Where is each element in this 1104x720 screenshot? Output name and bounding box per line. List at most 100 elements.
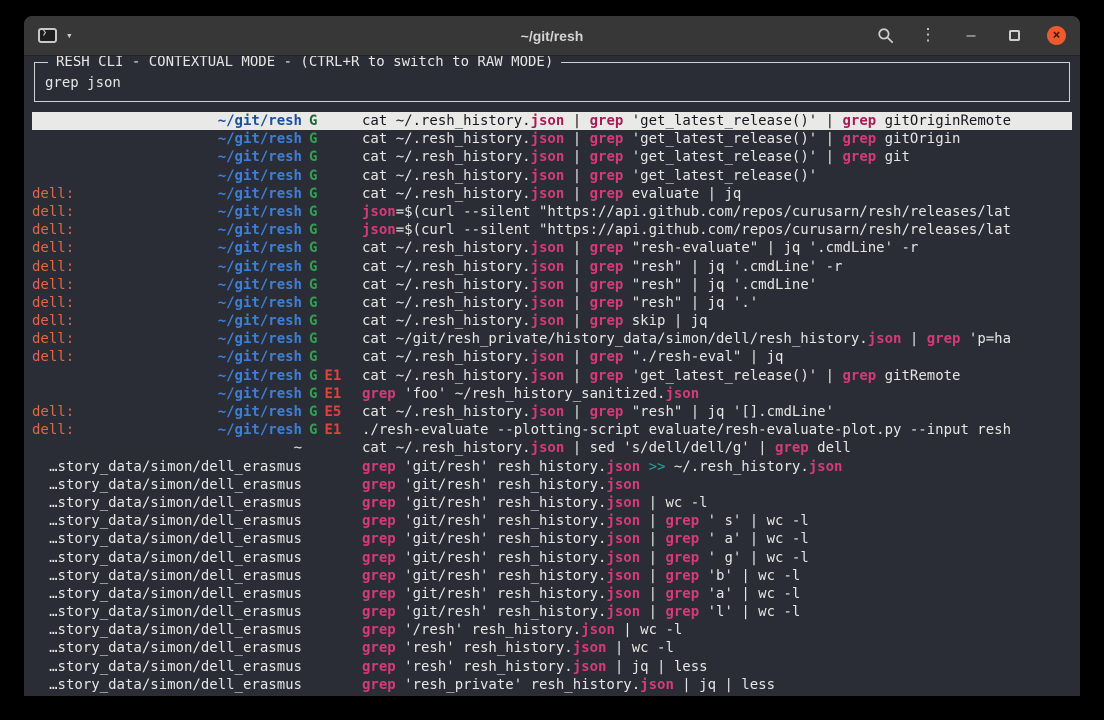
command-segment: json [606,550,640,566]
flags-cell [302,567,362,585]
flags-cell: G [302,330,362,348]
history-row[interactable]: ~cat ~/.resh_history.json | sed 's/dell/… [32,439,1072,457]
history-row[interactable]: dell:~/git/reshGcat ~/.resh_history.json… [32,294,1072,312]
command-segment: grep [590,186,624,202]
titlebar: ❯ ▾ ~/git/resh ⋮ – × [24,16,1080,56]
command-segment: grep [665,531,699,547]
history-row[interactable]: …story_data/simon/dell_erasmusgrep 'resh… [32,639,1072,657]
command-segment: 'git/resh' resh_history. [396,604,607,620]
command-cell: cat ~/.resh_history.json | grep "resh-ev… [362,239,1072,257]
history-row[interactable]: dell:~/git/reshGE5cat ~/.resh_history.js… [32,403,1072,421]
history-row[interactable]: dell:~/git/reshGcat ~/.resh_history.json… [32,185,1072,203]
command-cell: cat ~/.resh_history.json | grep "./resh-… [362,348,1072,366]
command-segment: json [581,622,615,638]
hostpath-cell: dell:~/git/resh [32,221,302,239]
command-segment: 'git/resh' resh_history. [396,459,607,475]
hostpath-cell: …story_data/simon/dell_erasmus [32,494,302,512]
history-row[interactable]: …story_data/simon/dell_erasmusgrep 'git/… [32,567,1072,585]
history-row[interactable]: ~/git/reshGcat ~/.resh_history.json | gr… [32,148,1072,166]
path-cell: ~/git/resh [218,403,302,421]
command-segment: json [809,459,843,475]
command-segment: | [640,604,665,620]
command-cell: cat ~/.resh_history.json | grep "resh" |… [362,294,1072,312]
history-row[interactable]: …story_data/simon/dell_erasmusgrep 'resh… [32,658,1072,676]
history-row[interactable]: dell:~/git/reshGcat ~/.resh_history.json… [32,312,1072,330]
hostpath-cell: …story_data/simon/dell_erasmus [32,621,302,639]
command-cell: grep 'git/resh' resh_history.json | grep… [362,567,1072,585]
history-row[interactable]: …story_data/simon/dell_erasmusgrep 'git/… [32,585,1072,603]
history-row[interactable]: …story_data/simon/dell_erasmusgrep 'resh… [32,676,1072,694]
command-segment: | [640,531,665,547]
path-cell: …story_data/simon/dell_erasmus [49,676,302,694]
search-icon[interactable] [875,26,895,46]
host-cell: dell: [32,421,74,439]
history-row[interactable]: …story_data/simon/dell_erasmusgrep 'git/… [32,458,1072,476]
flags-cell [302,676,362,694]
command-segment: | [564,113,589,129]
history-row[interactable]: dell:~/git/reshGcat ~/.resh_history.json… [32,258,1072,276]
history-row[interactable]: dell:~/git/reshGcat ~/.resh_history.json… [32,276,1072,294]
history-row[interactable]: …story_data/simon/dell_erasmusgrep 'git/… [32,512,1072,530]
terminal-app-icon[interactable]: ❯ [38,28,57,43]
history-row[interactable]: dell:~/git/reshGjson=$(curl --silent "ht… [32,221,1072,239]
history-row[interactable]: ~/git/reshGcat ~/.resh_history.json | gr… [32,130,1072,148]
command-cell: json=$(curl --silent "https://api.github… [362,221,1072,239]
history-row[interactable]: dell:~/git/reshGcat ~/.resh_history.json… [32,239,1072,257]
hostpath-cell: dell:~/git/resh [32,294,302,312]
restore-button[interactable] [1004,26,1024,46]
history-row[interactable]: ~/git/reshGcat ~/.resh_history.json | gr… [32,167,1072,185]
host-cell: dell: [32,312,74,330]
hostpath-cell: ~/git/resh [32,130,302,148]
history-row[interactable]: …story_data/simon/dell_erasmus grep '/res… [32,621,1072,639]
git-flag: G [309,368,317,384]
minimize-button[interactable]: – [961,26,981,46]
path-cell: …story_data/simon/dell_erasmus [49,549,302,567]
command-segment: | [564,168,589,184]
hostpath-cell: …story_data/simon/dell_erasmus [32,603,302,621]
history-row[interactable]: …story_data/simon/dell_erasmusgrep 'git/… [32,549,1072,567]
command-segment: =$(curl --silent "https://api.github.com… [396,204,1011,220]
history-row[interactable]: dell:~/git/reshGcat ~/git/resh_private/h… [32,330,1072,348]
command-segment: grep [362,477,396,493]
history-row[interactable]: dell:~/git/reshGE1./resh-evaluate --plot… [32,421,1072,439]
chevron-down-icon[interactable]: ▾ [66,30,73,41]
command-segment: json [531,168,565,184]
flags-cell: GE1 [302,367,362,385]
command-segment: | [564,131,589,147]
git-flag: G [309,240,317,256]
command-segment: grep [842,368,876,384]
search-query-input[interactable]: grep json [45,75,1059,91]
host-cell: dell: [32,203,74,221]
path-cell: ~/git/resh [218,112,302,130]
command-segment: cat ~/.resh_history. [362,240,531,256]
history-row[interactable]: ~/git/reshGcat ~/.resh_history.json | gr… [32,112,1072,130]
history-row[interactable]: ~/git/reshGE1cat ~/.resh_history.json | … [32,367,1072,385]
close-button[interactable]: × [1047,26,1066,45]
history-row[interactable]: dell:~/git/reshGcat ~/.resh_history.json… [32,348,1072,366]
hostpath-cell: ~/git/resh [32,367,302,385]
history-row[interactable]: …story_data/simon/dell_erasmusgrep 'git/… [32,494,1072,512]
history-row[interactable]: …story_data/simon/dell_erasmusgrep 'git/… [32,530,1072,548]
history-row[interactable]: ~/git/reshGE1grep 'foo' ~/resh_history_s… [32,385,1072,403]
command-segment: json [531,186,565,202]
history-row[interactable]: …story_data/simon/dell_erasmusgrep 'git/… [32,603,1072,621]
command-segment: "./resh-eval" | jq [623,349,783,365]
hostpath-cell: ~/git/resh [32,167,302,185]
command-segment: grep [842,149,876,165]
host-cell: dell: [32,258,74,276]
menu-kebab-icon[interactable]: ⋮ [918,26,938,46]
command-segment: | [564,277,589,293]
history-row[interactable]: …story_data/simon/dell_erasmusgrep 'git/… [32,476,1072,494]
command-segment: grep [362,622,396,638]
command-cell: json=$(curl --silent "https://api.github… [362,203,1072,221]
command-segment: grep [590,259,624,275]
command-segment: grep [927,331,961,347]
command-segment: | [564,186,589,202]
hostpath-cell: dell:~/git/resh [32,312,302,330]
command-segment: 'get_latest_release()' | [623,368,842,384]
command-segment: json [531,440,565,456]
host-cell: dell: [32,239,74,257]
command-cell: grep '/resh' resh_history.json | wc -l [362,621,1072,639]
history-row[interactable]: dell:~/git/reshGjson=$(curl --silent "ht… [32,203,1072,221]
command-segment: grep [590,295,624,311]
